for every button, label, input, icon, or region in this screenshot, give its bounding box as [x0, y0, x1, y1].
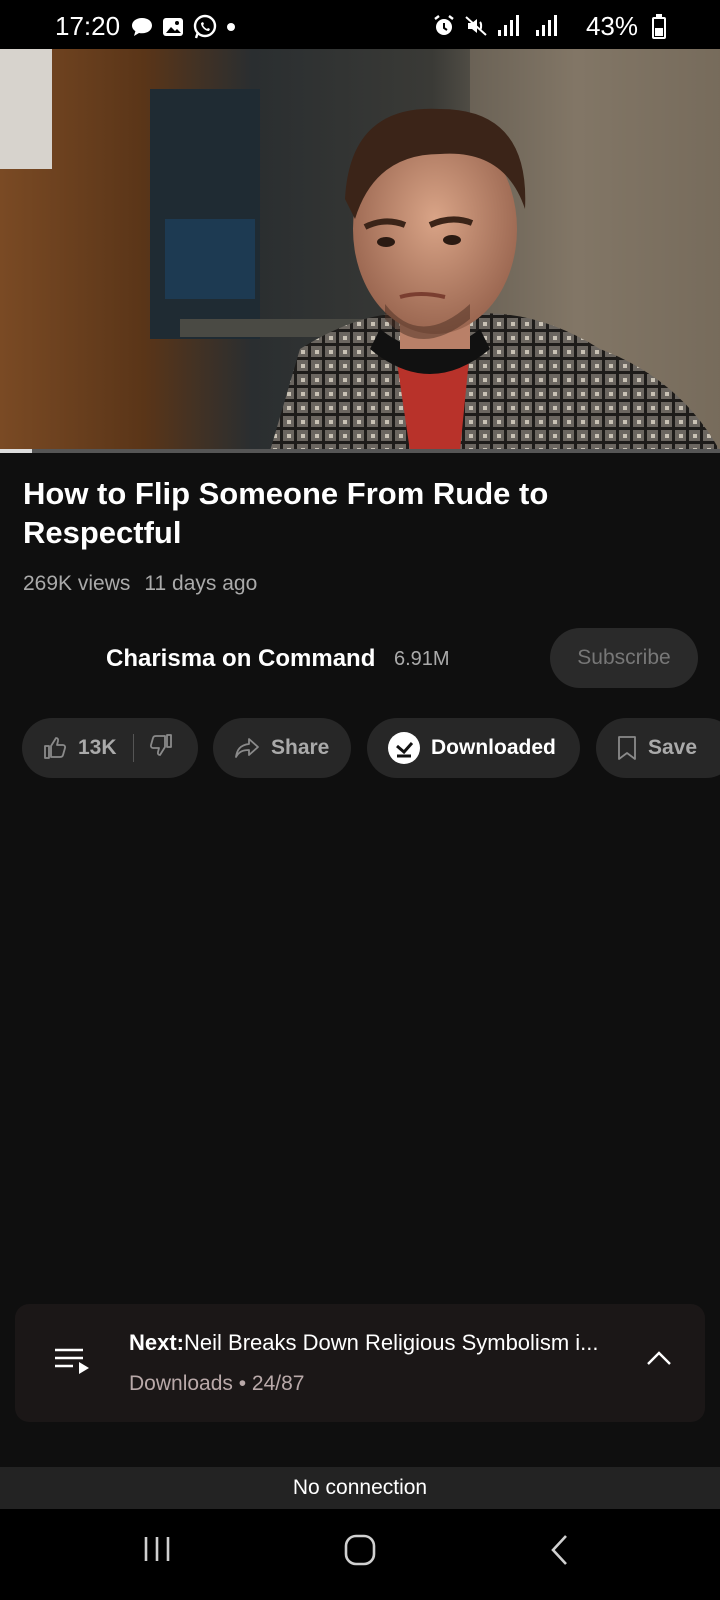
save-label: Save [648, 736, 698, 759]
thumbs-up-icon [44, 737, 67, 759]
playback-progress[interactable] [0, 449, 720, 453]
mute-icon [465, 16, 487, 36]
alarm-icon [434, 15, 454, 35]
share-icon [235, 738, 259, 758]
next-video-title: Next:Neil Breaks Down Religious Symbolis… [129, 1330, 629, 1356]
video-player[interactable] [0, 49, 720, 451]
like-count: 13K [78, 736, 117, 759]
whatsapp-icon [193, 14, 217, 39]
share-label: Share [271, 736, 330, 759]
like-divider [132, 734, 134, 762]
downloaded-label: Downloaded [431, 736, 556, 759]
next-up-bar[interactable]: Next:Neil Breaks Down Religious Symbolis… [15, 1304, 705, 1422]
gallery-icon [163, 18, 183, 36]
downloaded-button[interactable]: Downloaded [367, 718, 580, 778]
back-icon[interactable] [548, 1533, 572, 1567]
dislike-button[interactable] [148, 732, 174, 764]
channel-name[interactable]: Charisma on Command [106, 645, 375, 673]
signal-icon [536, 15, 557, 36]
next-title-text: Neil Breaks Down Religious Symbolism i..… [184, 1330, 599, 1355]
share-button[interactable]: Share [213, 718, 351, 778]
upload-age: 11 days ago [144, 572, 258, 595]
battery-icon [652, 14, 666, 39]
status-bar: 17:20 43% [0, 0, 720, 49]
next-label: Next: [129, 1330, 185, 1355]
save-button[interactable]: Save [596, 718, 720, 778]
queue-icon [55, 1348, 89, 1374]
download-complete-icon [388, 732, 420, 764]
system-nav-bar [0, 1509, 720, 1600]
like-dislike-pill: 13K [22, 718, 198, 778]
playback-progress-fill [0, 449, 33, 453]
home-icon[interactable] [343, 1533, 377, 1567]
like-button[interactable]: 13K [42, 735, 117, 761]
dot-icon [227, 23, 235, 31]
clock: 17:20 [55, 11, 121, 41]
thumbs-down-icon [149, 734, 172, 756]
subscriber-count: 6.91M [394, 648, 450, 670]
bookmark-icon [618, 736, 636, 760]
chevron-up-icon[interactable] [645, 1348, 673, 1368]
recents-icon[interactable] [142, 1533, 172, 1565]
battery-percent: 43% [585, 11, 638, 41]
next-source: Downloads • 24/87 [129, 1372, 305, 1395]
action-bar: 13K Share Downloaded Save [22, 718, 720, 778]
no-connection-banner: No connection [0, 1467, 720, 1509]
video-meta[interactable]: 269K views 11 days ago [23, 572, 257, 596]
channel-row[interactable]: Charisma on Command 6.91M Subscribe [0, 628, 720, 688]
video-frame [0, 49, 720, 451]
subscribe-button[interactable]: Subscribe [550, 628, 698, 688]
signal-icon [498, 15, 519, 36]
view-count: 269K views [23, 572, 131, 595]
chat-bubble-icon [132, 18, 152, 36]
video-title[interactable]: How to Flip Someone From Rude to Respect… [23, 474, 663, 552]
